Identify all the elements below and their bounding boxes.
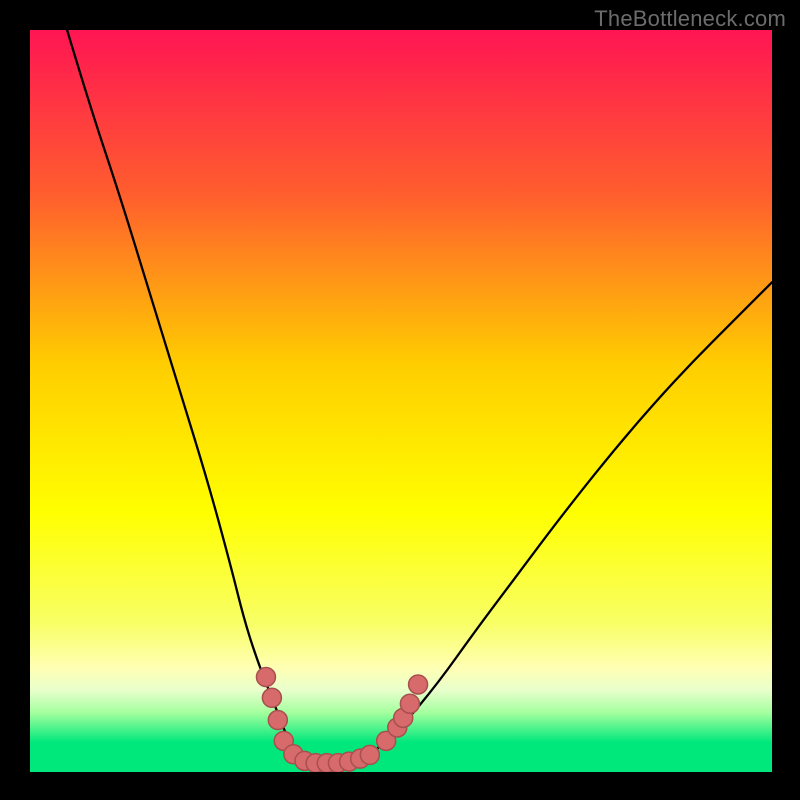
scatter-dot — [256, 668, 275, 687]
scatter-dot — [409, 675, 428, 694]
scatter-dot — [400, 694, 419, 713]
chart-frame: TheBottleneck.com — [0, 0, 800, 800]
watermark-label: TheBottleneck.com — [594, 6, 786, 32]
plot-area — [30, 30, 772, 772]
gradient-background — [30, 30, 772, 772]
scatter-dot — [262, 688, 281, 707]
scatter-dot — [268, 711, 287, 730]
bottleneck-chart — [30, 30, 772, 772]
scatter-dot — [360, 745, 379, 764]
